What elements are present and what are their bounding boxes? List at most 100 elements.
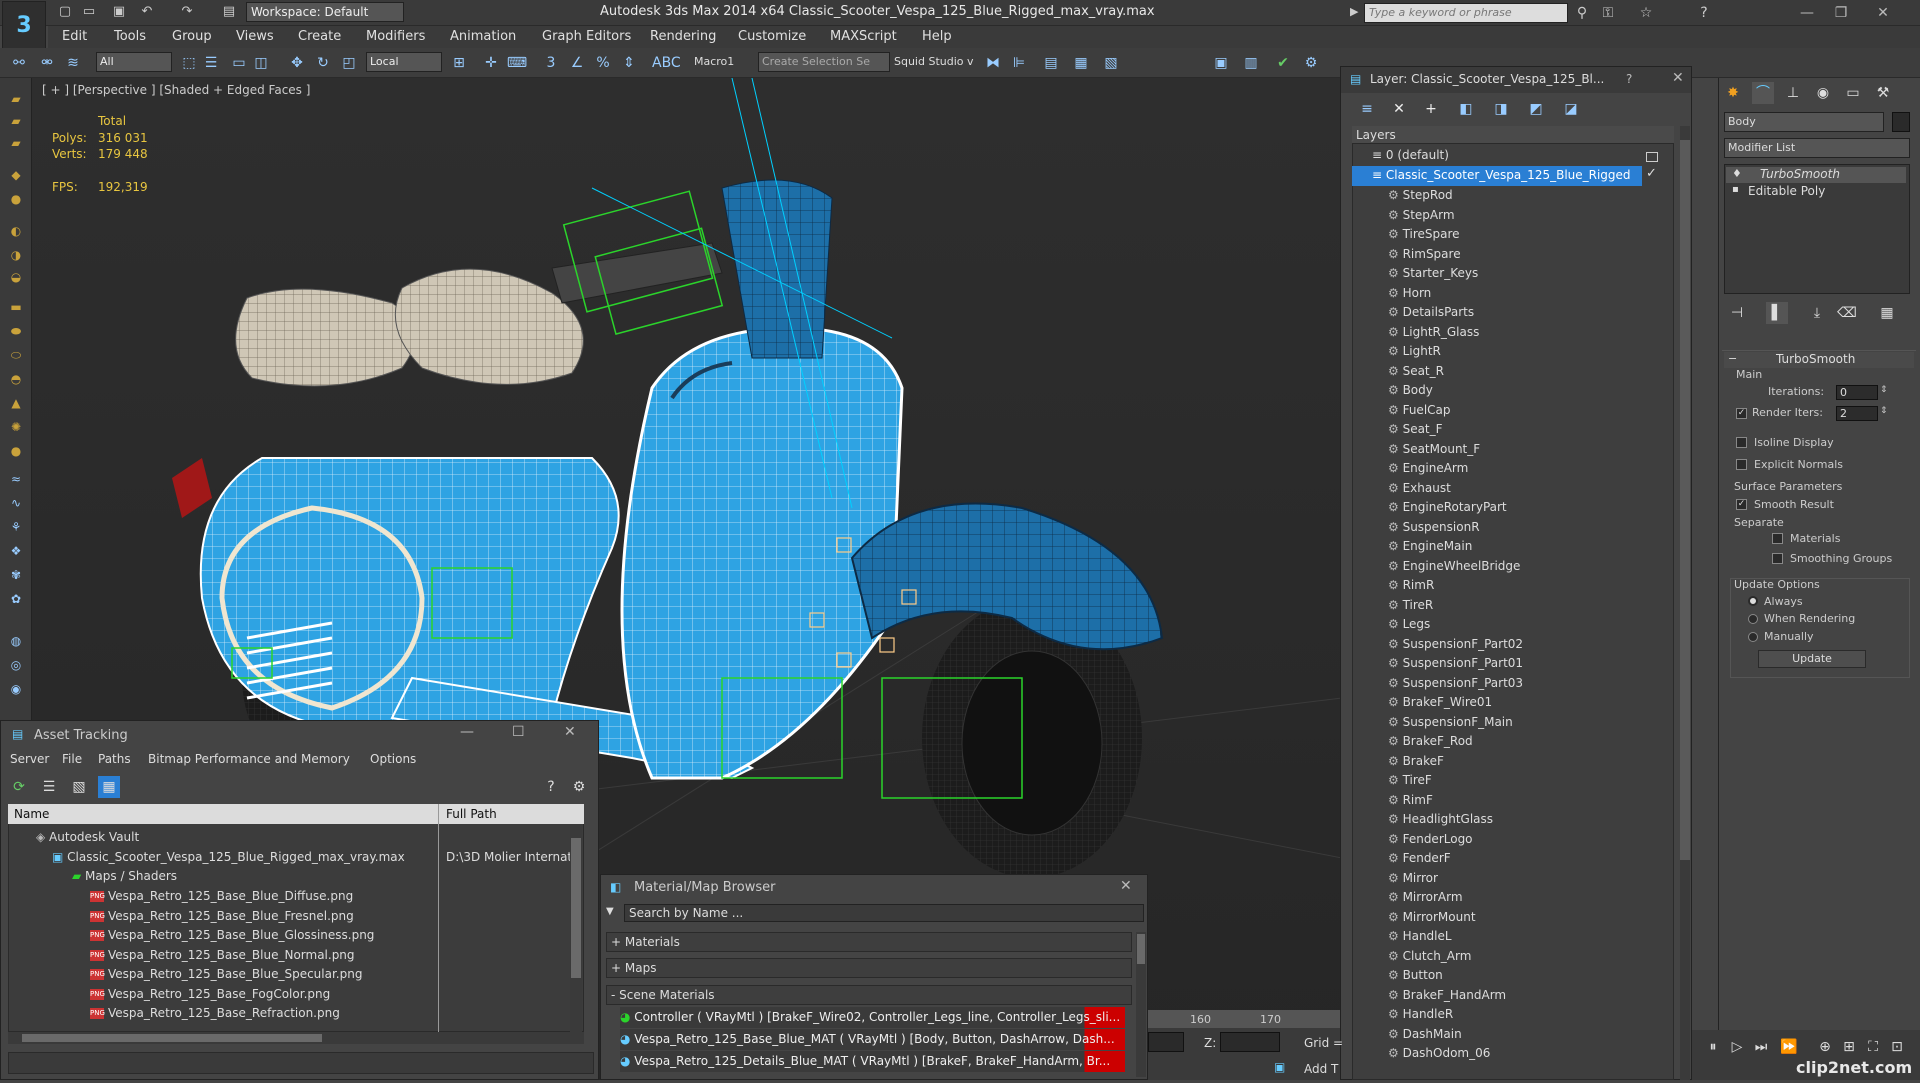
checkmark-icon[interactable]: ✓ <box>1646 166 1657 181</box>
layer-item[interactable]: ⚙ Exhaust <box>1388 479 1688 499</box>
tool-icon-13[interactable]: ▲ <box>6 394 26 412</box>
asset-menu-bitmap[interactable]: Bitmap Performance and Memory <box>148 752 350 766</box>
angle-snap-icon[interactable]: ∠ <box>566 52 588 74</box>
table-view-icon[interactable]: ▦ <box>98 776 120 798</box>
layer-item[interactable]: ⚙ TireSpare <box>1388 225 1688 245</box>
layer-manager-icon[interactable]: ▤ <box>1040 52 1062 74</box>
render-setup-icon[interactable]: ▣ <box>1210 52 1232 74</box>
asset-v-scrollbar-thumb[interactable] <box>571 838 581 978</box>
asset-menu-options[interactable]: Options <box>370 752 416 766</box>
layer-item[interactable]: ⚙ Body <box>1388 381 1688 401</box>
asset-menu-paths[interactable]: Paths <box>98 752 131 766</box>
layer-row-active[interactable]: ≡ Classic_Scooter_Vespa_125_Blue_Rigged <box>1372 166 1672 186</box>
layer-sort-icon[interactable]: ≡ <box>1356 98 1378 120</box>
layer-item[interactable]: ⚙ FenderF <box>1388 849 1688 869</box>
undo-icon[interactable]: ↶ <box>138 3 156 21</box>
layer-item[interactable]: ⚙ FuelCap <box>1388 401 1688 421</box>
layer-item[interactable]: ⚙ DetailsParts <box>1388 303 1688 323</box>
layer-item[interactable]: ⚙ DashOdom_06 <box>1388 1044 1688 1064</box>
create-layer-icon[interactable]: + <box>1420 98 1442 120</box>
max-file-row[interactable]: ▣ Classic_Scooter_Vespa_125_Blue_Rigged_… <box>52 848 405 868</box>
layer-item[interactable]: ⚙ Seat_F <box>1388 420 1688 440</box>
tool-icon-6[interactable]: ◐ <box>6 222 26 240</box>
menu-help[interactable]: Help <box>922 28 952 46</box>
tool-icon-2[interactable]: ▰ <box>6 112 26 130</box>
time-tag-icon[interactable]: ▣ <box>1274 1060 1285 1074</box>
menu-graph-editors[interactable]: Graph Editors <box>542 28 631 46</box>
align-icon[interactable]: ⊫ <box>1008 52 1030 74</box>
spinner-arrows-icon[interactable]: ⇕ <box>1880 385 1888 395</box>
tool-icon-19[interactable]: ❖ <box>6 542 26 560</box>
spinner-snap-icon[interactable]: ⇕ <box>618 52 640 74</box>
menu-modifiers[interactable]: Modifiers <box>366 28 425 46</box>
utilities-tab-icon[interactable]: ⚒ <box>1872 82 1894 104</box>
render-production-icon[interactable]: ⚙ <box>1300 52 1322 74</box>
close-button[interactable]: ✕ <box>1868 2 1898 24</box>
motion-tab-icon[interactable]: ◉ <box>1812 82 1834 104</box>
show-end-result-icon[interactable]: ▌ <box>1766 302 1788 324</box>
remove-modifier-icon[interactable]: ⌫ <box>1836 302 1858 324</box>
tool-icon-1[interactable]: ▰ <box>6 90 26 108</box>
keyboard-shortcut-icon[interactable]: ⌨ <box>506 52 528 74</box>
edit-named-selection-icon[interactable]: ABC <box>652 52 681 74</box>
tool-icon-11[interactable]: ⬭ <box>6 346 26 364</box>
redo-icon[interactable]: ↷ <box>178 3 196 21</box>
tool-icon-22[interactable]: ◍ <box>6 632 26 650</box>
layer-item[interactable]: ⚙ MirrorMount <box>1388 908 1688 928</box>
layer-item[interactable]: ⚙ Seat_R <box>1388 362 1688 382</box>
layer-item[interactable]: ⚙ TireR <box>1388 596 1688 616</box>
asset-help-icon[interactable]: ? <box>540 776 562 798</box>
tool-icon-16[interactable]: ≈ <box>6 470 26 488</box>
layer-row-default[interactable]: ≡ 0 (default) <box>1372 146 1672 166</box>
snaps-toggle-icon[interactable]: 3 <box>540 52 562 74</box>
asset-settings-icon[interactable]: ⚙ <box>568 776 590 798</box>
rectangular-selection-icon[interactable]: ▭ <box>228 52 250 74</box>
squid-studio-label[interactable]: Squid Studio v <box>894 55 974 68</box>
thumbnail-view-icon[interactable]: ▧ <box>68 776 90 798</box>
expand-icon[interactable]: ▪ <box>1732 184 1739 195</box>
maps-folder-row[interactable]: ▰ Maps / Shaders <box>72 867 177 887</box>
binoculars-icon[interactable]: ⚲ <box>1572 3 1592 23</box>
create-tab-icon[interactable]: ✸ <box>1722 82 1744 104</box>
scene-material-row[interactable]: ◕ Vespa_Retro_125_Details_Blue_MAT ( VRa… <box>620 1051 1125 1072</box>
play-icon[interactable]: ▷ <box>1726 1036 1748 1058</box>
asset-menu-server[interactable]: Server <box>10 752 49 766</box>
layer-item[interactable]: ⚙ BrakeF <box>1388 752 1688 772</box>
object-name-input[interactable]: Body <box>1724 112 1884 132</box>
asset-menu-file[interactable]: File <box>62 752 82 766</box>
render-iters-checkbox[interactable]: ✓ <box>1736 408 1747 419</box>
highlight-layer-icon[interactable]: ◩ <box>1525 98 1547 120</box>
smoothing-groups-checkbox[interactable] <box>1772 553 1783 564</box>
smooth-result-checkbox[interactable]: ✓ <box>1736 499 1747 510</box>
layer-item[interactable]: ⚙ RimF <box>1388 791 1688 811</box>
tool-icon-3[interactable]: ▰ <box>6 134 26 152</box>
add-to-layer-icon[interactable]: ◧ <box>1455 98 1477 120</box>
layer-item[interactable]: ⚙ EngineArm <box>1388 459 1688 479</box>
map-row[interactable]: PNG Vespa_Retro_125_Base_Blue_Glossiness.… <box>90 926 374 946</box>
bind-space-warp-icon[interactable]: ≋ <box>62 52 84 74</box>
pause-icon[interactable]: ⏸ <box>1702 1036 1724 1058</box>
select-layer-icon[interactable]: ◨ <box>1490 98 1512 120</box>
time-ruler[interactable] <box>1148 1010 1340 1028</box>
browser-options-icon[interactable]: ▼ <box>606 906 614 917</box>
make-unique-icon[interactable]: ⤓ <box>1806 302 1828 324</box>
rendered-frame-icon[interactable]: ▥ <box>1240 52 1262 74</box>
search-input[interactable]: Type a keyword or phrase <box>1364 3 1568 23</box>
layer-item[interactable]: ⚙ SuspensionF_Part01 <box>1388 654 1688 674</box>
tool-icon-14[interactable]: ✺ <box>6 418 26 436</box>
render-iters-spinner[interactable]: 2 <box>1836 406 1878 421</box>
scene-material-row[interactable]: ◕ Controller ( VRayMtl ) [BrakeF_Wire02,… <box>620 1007 1125 1028</box>
vault-row[interactable]: ◈ Autodesk Vault <box>36 828 139 848</box>
tool-icon-9[interactable]: ▬ <box>6 298 26 316</box>
map-row[interactable]: PNG Vespa_Retro_125_Base_Refraction.png <box>90 1004 340 1024</box>
modifier-list-dropdown[interactable]: Modifier List <box>1724 138 1910 158</box>
project-folder-icon[interactable]: ▤ <box>220 3 238 21</box>
layer-item[interactable]: ⚙ EngineMain <box>1388 537 1688 557</box>
layer-item[interactable]: ⚙ SuspensionF_Part02 <box>1388 635 1688 655</box>
layer-item[interactable]: ⚙ SuspensionR <box>1388 518 1688 538</box>
asset-close-button[interactable]: ✕ <box>564 724 576 740</box>
tool-icon-23[interactable]: ◎ <box>6 656 26 674</box>
tool-icon-20[interactable]: ✾ <box>6 566 26 584</box>
update-button[interactable]: Update <box>1758 650 1866 668</box>
tool-icon-5[interactable]: ● <box>6 190 26 208</box>
